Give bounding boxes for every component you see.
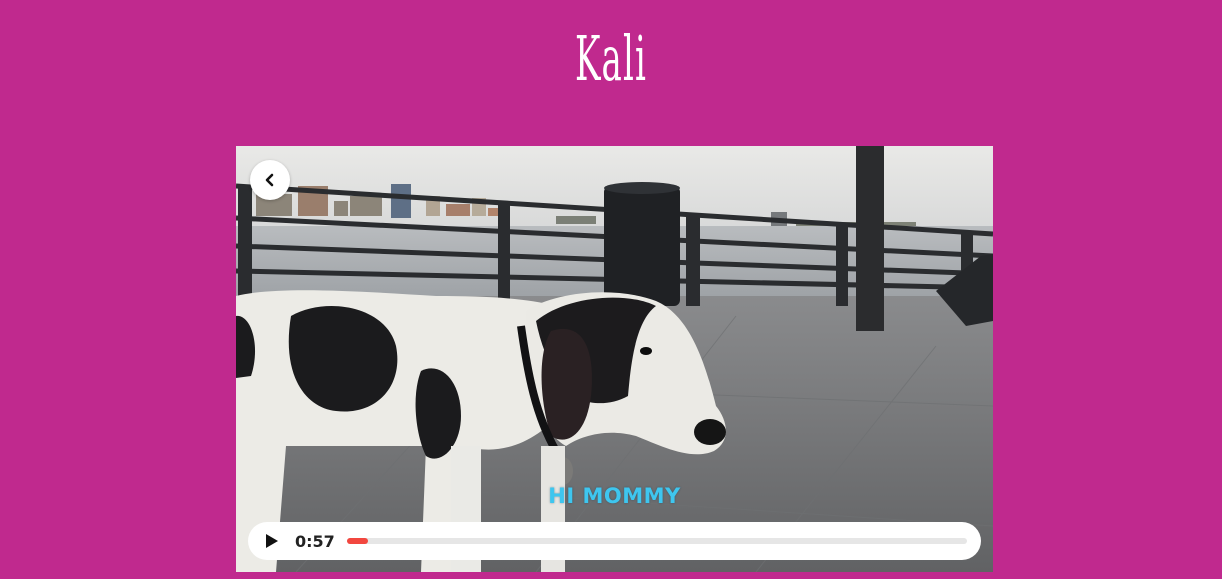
- chevron-left-icon: [265, 173, 274, 187]
- current-time: 0:57: [295, 531, 335, 551]
- play-button[interactable]: [262, 531, 282, 551]
- video-caption: HI MOMMY: [548, 484, 681, 508]
- progress-fill: [346, 538, 369, 544]
- page-title: Kali: [574, 22, 648, 95]
- video-frame: [236, 146, 993, 572]
- play-icon: [266, 534, 278, 548]
- page: Kali HI MOMMY 0:57: [0, 0, 1222, 579]
- progress-bar[interactable]: [346, 538, 967, 544]
- video-controls: 0:57: [248, 522, 981, 560]
- video-player[interactable]: HI MOMMY 0:57: [236, 146, 993, 572]
- back-button[interactable]: [250, 160, 290, 200]
